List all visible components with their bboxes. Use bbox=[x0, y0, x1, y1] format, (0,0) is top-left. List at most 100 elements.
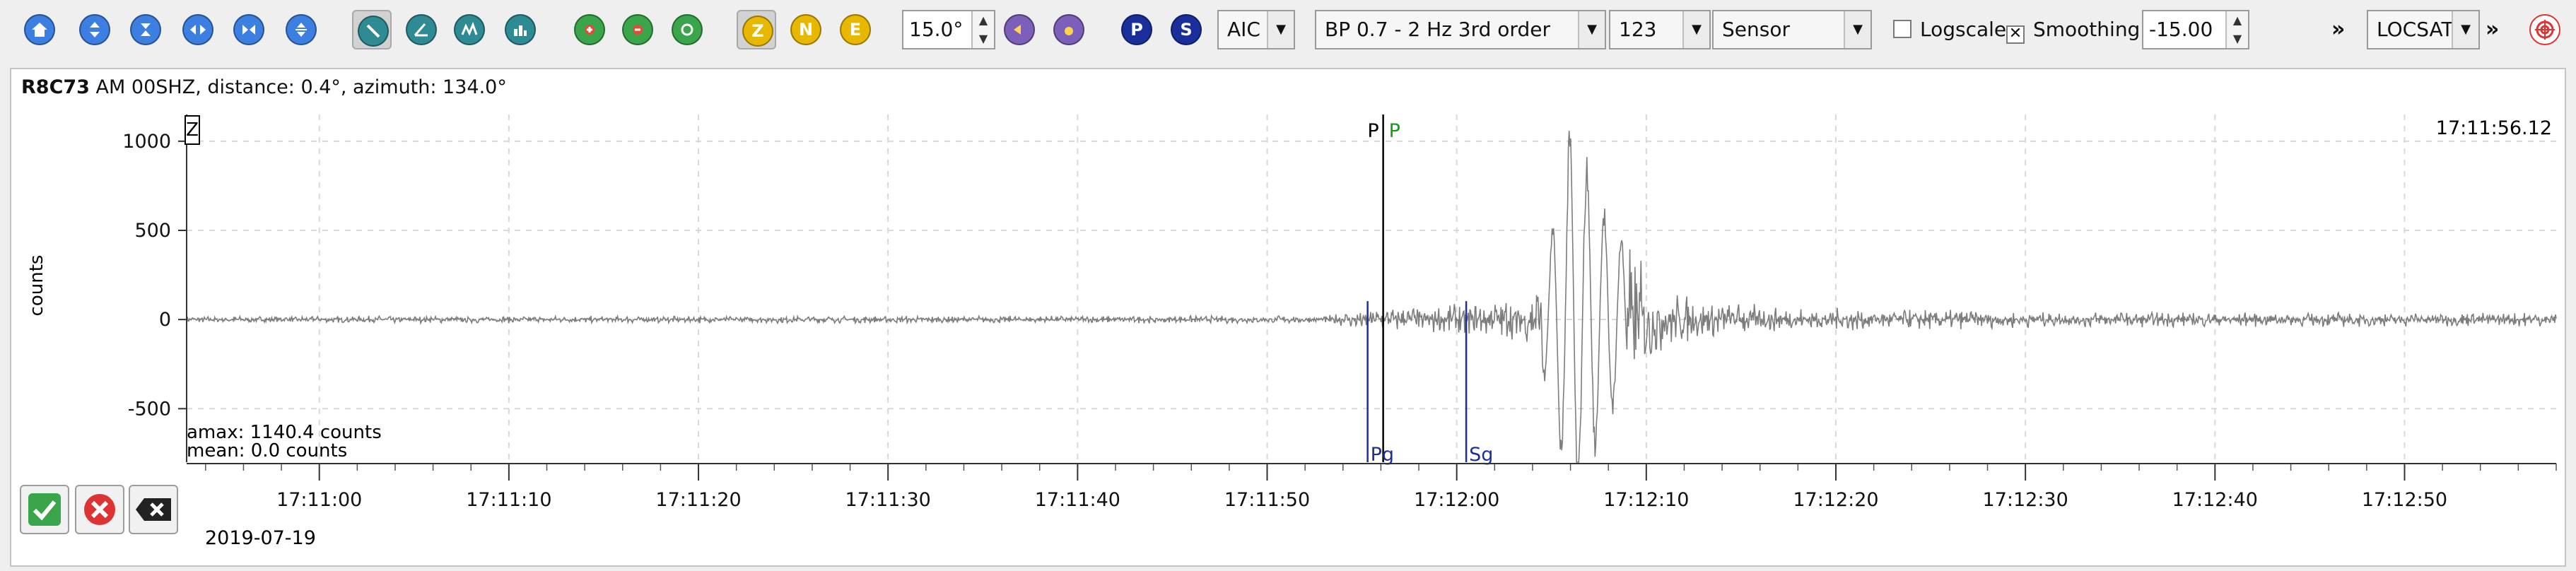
mean-text: mean: 0.0 counts bbox=[187, 440, 347, 461]
refresh-button[interactable] bbox=[667, 10, 707, 49]
pick-tool-button[interactable] bbox=[352, 10, 392, 49]
x-tick-label: 17:12:50 bbox=[2362, 489, 2447, 511]
remove-button[interactable] bbox=[618, 10, 657, 49]
smoothing-checkbox[interactable]: ✕ Smoothing bbox=[2006, 10, 2140, 49]
rotation-value: 15.0° bbox=[909, 18, 964, 41]
component-n-label: N bbox=[790, 14, 821, 45]
rotate-left-icon bbox=[1004, 14, 1035, 45]
theoretical-phase-label: Pg bbox=[1371, 444, 1394, 466]
chevron-down-icon[interactable]: ▼ bbox=[1267, 11, 1294, 48]
align-button[interactable] bbox=[281, 10, 321, 49]
smoothing-label: Smoothing bbox=[2033, 18, 2141, 41]
spin-up-icon[interactable]: ▲ bbox=[973, 11, 994, 30]
x-tick-label: 17:12:30 bbox=[1983, 489, 2068, 511]
clear-button[interactable] bbox=[129, 485, 178, 534]
rotate-right-icon bbox=[1053, 14, 1084, 45]
smoothing-box[interactable]: ✕ bbox=[2006, 25, 2025, 44]
zoom-out-horizontal-button[interactable] bbox=[229, 10, 269, 49]
unit-mode-select[interactable]: Sensor ▼ bbox=[1712, 10, 1872, 49]
phase-s-label: S bbox=[1171, 14, 1202, 45]
rotate-left-button[interactable] bbox=[1000, 10, 1039, 49]
add-button[interactable] bbox=[570, 10, 609, 49]
x-tick-label: 17:11:40 bbox=[1035, 489, 1120, 511]
y-tick-label: 500 bbox=[134, 220, 171, 242]
chart-axes: 1000 500 0 -500 17:11:00 17:11:10 17:11:20 17:1… bbox=[122, 114, 2557, 511]
component-z-button[interactable]: Z bbox=[737, 10, 776, 49]
x-tick-label: 17:12:10 bbox=[1603, 489, 1689, 511]
spin-down-icon[interactable]: ▼ bbox=[973, 30, 994, 48]
rotation-spinbox[interactable]: 15.0° ▲ ▼ bbox=[902, 10, 995, 49]
chevron-down-icon[interactable]: ▼ bbox=[2452, 11, 2478, 48]
time-label: 17:11:56.12 bbox=[2436, 117, 2552, 139]
spin-up-icon[interactable]: ▲ bbox=[2227, 11, 2248, 30]
align-icon bbox=[286, 14, 317, 45]
clear-icon bbox=[136, 498, 171, 521]
pick-label: P bbox=[1367, 120, 1378, 142]
phase-p-label: P bbox=[1121, 14, 1152, 45]
trace-layer bbox=[186, 131, 2557, 463]
x-tick-label: 17:12:40 bbox=[2172, 489, 2258, 511]
logscale-checkbox[interactable]: Logscale bbox=[1893, 10, 2006, 49]
target-button[interactable] bbox=[2525, 10, 2565, 49]
rotate-right-button[interactable] bbox=[1049, 10, 1089, 49]
chart-grid bbox=[187, 114, 2556, 462]
amplitude-button[interactable] bbox=[450, 10, 489, 49]
zoom-in-horizontal-button[interactable] bbox=[178, 10, 218, 49]
refresh-icon bbox=[672, 14, 703, 45]
reject-button[interactable] bbox=[75, 485, 124, 534]
logscale-box[interactable] bbox=[1893, 20, 1911, 38]
locator-select[interactable]: LOCSAT ▼ bbox=[2367, 10, 2480, 49]
zoom-out-vertical-icon bbox=[130, 14, 161, 45]
spin-down-icon[interactable]: ▼ bbox=[2227, 30, 2248, 48]
chevron-down-icon[interactable]: ▼ bbox=[1682, 11, 1709, 48]
check-icon bbox=[28, 493, 61, 526]
x-tick-label: 17:11:10 bbox=[466, 489, 551, 511]
theoretical-phase-label: Sg bbox=[1469, 444, 1493, 466]
locator-more-button[interactable]: » bbox=[2486, 10, 2499, 49]
spin-arrows[interactable]: ▲ ▼ bbox=[971, 11, 994, 48]
component-e-label: E bbox=[840, 14, 871, 45]
target-icon bbox=[2529, 14, 2560, 45]
toolbar-more-button[interactable]: » bbox=[2331, 10, 2345, 49]
y-tick-label: 0 bbox=[159, 309, 171, 331]
picker-method-value: AIC bbox=[1227, 18, 1260, 41]
x-tick-label: 17:11:00 bbox=[276, 489, 362, 511]
picker-method-select[interactable]: AIC ▼ bbox=[1217, 10, 1295, 49]
x-tick-label: 17:11:50 bbox=[1224, 489, 1310, 511]
home-icon bbox=[24, 14, 55, 45]
chevron-down-icon[interactable]: ▼ bbox=[1578, 11, 1605, 48]
rotation-mode-select[interactable]: 123 ▼ bbox=[1609, 10, 1711, 49]
y-tick-label: 1000 bbox=[122, 131, 171, 153]
x-tick-label: 17:12:20 bbox=[1793, 489, 1878, 511]
phase-s-button[interactable]: S bbox=[1166, 10, 1206, 49]
zoom-in-vertical-button[interactable] bbox=[75, 10, 115, 49]
component-n-button[interactable]: N bbox=[786, 10, 826, 49]
x-tick-label: 17:11:30 bbox=[845, 489, 931, 511]
filter-select[interactable]: BP 0.7 - 2 Hz 3rd order ▼ bbox=[1315, 10, 1606, 49]
amplitude-icon bbox=[454, 14, 485, 45]
home-button[interactable] bbox=[20, 10, 59, 49]
logscale-label: Logscale bbox=[1920, 18, 2007, 41]
phase-p-button[interactable]: P bbox=[1117, 10, 1157, 49]
spectrogram-button[interactable] bbox=[500, 10, 540, 49]
y-tick-label: -500 bbox=[128, 398, 171, 420]
component-z-label: Z bbox=[742, 16, 773, 47]
component-label: Z bbox=[186, 119, 199, 141]
y-axis-label: counts bbox=[26, 255, 47, 317]
chevron-down-icon[interactable]: ▼ bbox=[1844, 11, 1870, 48]
unit-mode-value: Sensor bbox=[1722, 18, 1790, 41]
toolbar: Z N E 15.0° ▲ ▼ P S AIC ▼ BP 0.7 - 2 Hz 3… bbox=[0, 0, 2576, 59]
zoom-out-vertical-button[interactable] bbox=[126, 10, 165, 49]
remove-icon bbox=[622, 14, 653, 45]
waveform-trace bbox=[186, 131, 2557, 463]
spin-arrows[interactable]: ▲ ▼ bbox=[2225, 11, 2248, 48]
rotation-mode-value: 123 bbox=[1619, 18, 1657, 41]
measure-button[interactable] bbox=[402, 10, 441, 49]
seismogram-chart[interactable]: P P Pg Sg 1000 500 0 -500 17:11:00 17:11:10 17:11… bbox=[11, 69, 2565, 565]
zoom-out-horizontal-icon bbox=[233, 14, 264, 45]
cancel-icon bbox=[84, 494, 115, 525]
pick-label: P bbox=[1389, 120, 1400, 142]
component-e-button[interactable]: E bbox=[836, 10, 875, 49]
accept-button[interactable] bbox=[20, 485, 69, 534]
offset-spinbox[interactable]: -15.00 ▲ ▼ bbox=[2142, 10, 2249, 49]
